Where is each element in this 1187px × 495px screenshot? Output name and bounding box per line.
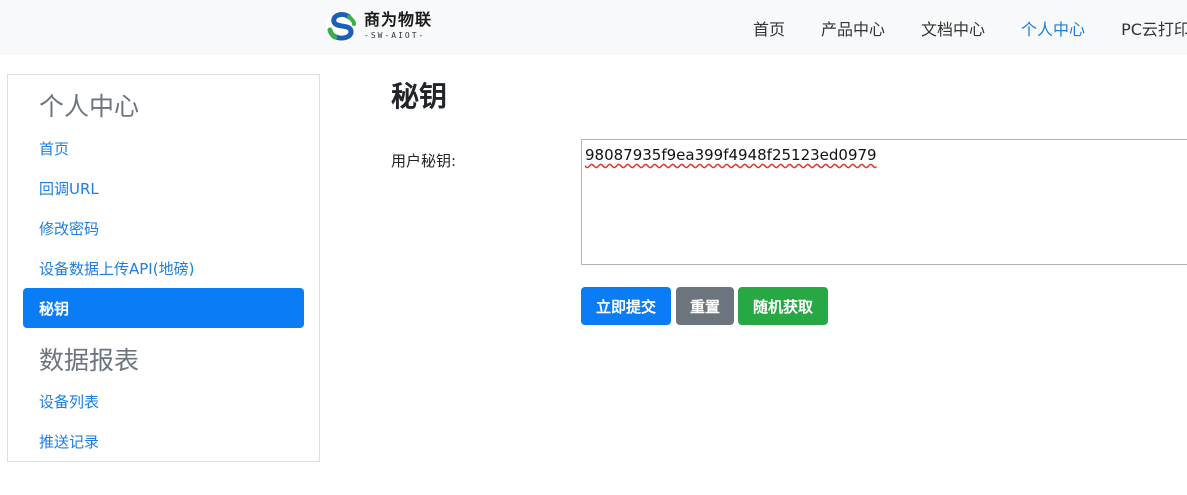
nav-home[interactable]: 首页: [735, 16, 803, 40]
reset-button[interactable]: 重置: [676, 287, 734, 325]
sidebar-item-change-password[interactable]: 修改密码: [39, 218, 99, 239]
brand-tagline: -SW-AIOT-: [364, 31, 426, 40]
brand-text: 商为物联 -SW-AIOT-: [364, 12, 432, 40]
sidebar-group-personal-center: 个人中心: [39, 92, 140, 121]
sidebar-item-push-records[interactable]: 推送记录: [39, 431, 99, 452]
brand-logo-icon: [326, 10, 358, 42]
sidebar-item-home[interactable]: 首页: [39, 138, 69, 159]
sidebar-item-callback-url[interactable]: 回调URL: [39, 178, 99, 199]
nav-products[interactable]: 产品中心: [803, 16, 903, 40]
brand-logo[interactable]: 商为物联 -SW-AIOT-: [325, 7, 432, 45]
page-title: 秘钥: [391, 80, 448, 113]
sidebar-item-device-upload-api[interactable]: 设备数据上传API(地磅): [39, 258, 194, 279]
sidebar-group-data-reports: 数据报表: [39, 346, 140, 375]
brand-name: 商为物联: [364, 10, 433, 29]
nav-pc-cloud-print[interactable]: PC云打印: [1103, 16, 1187, 40]
user-key-value: 98087935f9ea399f4948f25123ed0979: [585, 146, 877, 164]
sidebar-item-secret-key[interactable]: 秘钥: [23, 288, 304, 328]
top-navbar: 商为物联 -SW-AIOT- 首页 产品中心 文档中心 个人中心 PC云打印: [0, 0, 1187, 55]
user-key-textarea[interactable]: 98087935f9ea399f4948f25123ed0979: [581, 139, 1187, 265]
main-nav: 首页 产品中心 文档中心 个人中心 PC云打印: [735, 0, 1187, 55]
sidebar-item-device-list[interactable]: 设备列表: [39, 391, 99, 412]
nav-docs[interactable]: 文档中心: [903, 16, 1003, 40]
nav-personal-center[interactable]: 个人中心: [1003, 16, 1103, 40]
submit-button[interactable]: 立即提交: [581, 287, 671, 325]
random-key-button[interactable]: 随机获取: [738, 287, 828, 325]
sidebar: 个人中心 首页 回调URL 修改密码 设备数据上传API(地磅) 秘钥 数据报表…: [7, 74, 320, 462]
user-key-label: 用户秘钥:: [391, 152, 457, 170]
